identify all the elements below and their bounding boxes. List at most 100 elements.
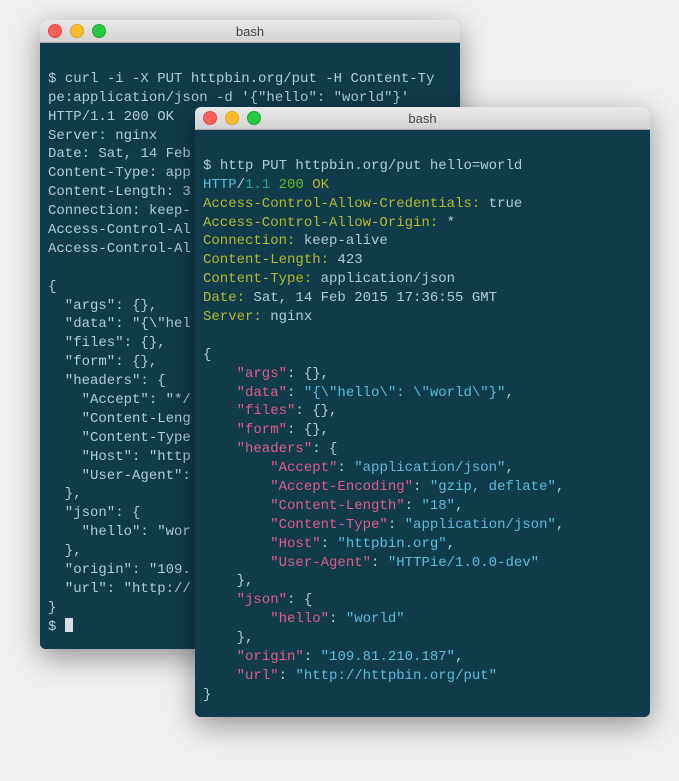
json-sep: : { (287, 592, 312, 608)
header-val: application/json (312, 271, 455, 287)
terminal-content[interactable]: $ http PUT httpbin.org/put hello=world H… (195, 130, 650, 717)
json-key: "origin" (203, 649, 304, 665)
json-line: "form": {}, (48, 354, 157, 370)
json-comma: , (455, 649, 463, 665)
json-line: "url": "http:// (48, 581, 191, 597)
json-sep: : (321, 536, 338, 552)
terminal-window-httpie: bash $ http PUT httpbin.org/put hello=wo… (195, 107, 650, 717)
json-key: "files" (203, 403, 295, 419)
json-sep: : (279, 668, 296, 684)
slash: / (237, 177, 245, 193)
header-key: Content-Length: (203, 252, 329, 268)
header-val: true (480, 196, 522, 212)
json-line: "User-Agent": (48, 468, 191, 484)
json-key: "hello" (203, 611, 329, 627)
json-line: "headers": { (48, 373, 166, 389)
json-brace: } (203, 687, 211, 703)
json-key: "Content-Length" (203, 498, 405, 514)
titlebar[interactable]: bash (195, 107, 650, 130)
json-str: "18" (421, 498, 455, 514)
json-line: "Accept": "*/ (48, 392, 191, 408)
json-line: { (48, 279, 56, 295)
header-key: Connection: (203, 233, 295, 249)
json-comma: , (455, 498, 463, 514)
json-key: "Content-Type" (203, 517, 388, 533)
header-line: Access-Control-Al (48, 241, 191, 257)
http-reason: OK (312, 177, 329, 193)
cmd-line: http PUT httpbin.org/put hello=world (220, 158, 522, 174)
json-line: }, (48, 486, 82, 502)
prompt: $ (203, 158, 220, 174)
json-line: "args": {}, (48, 298, 157, 314)
json-comma: , (505, 460, 513, 476)
header-key: Server: (203, 309, 262, 325)
json-brace: }, (203, 630, 253, 646)
header-val: nginx (262, 309, 312, 325)
header-line: Date: Sat, 14 Feb (48, 146, 191, 162)
json-key: "User-Agent" (203, 555, 371, 571)
zoom-icon[interactable] (247, 111, 261, 125)
cmd-line: pe:application/json -d '{"hello": "world… (48, 90, 409, 106)
close-icon[interactable] (203, 111, 217, 125)
json-key: "data" (203, 385, 287, 401)
json-line: "Content-Type (48, 430, 191, 446)
json-line: "hello": "wor (48, 524, 191, 540)
header-line: Server: nginx (48, 128, 157, 144)
header-val: 423 (329, 252, 363, 268)
json-str: "http://httpbin.org/put" (295, 668, 497, 684)
json-line: }, (48, 543, 82, 559)
json-line: "data": "{\"hel (48, 316, 191, 332)
json-line: "Content-Leng (48, 411, 191, 427)
json-comma: , (556, 479, 564, 495)
header-val: * (438, 215, 455, 231)
header-key: Date: (203, 290, 245, 306)
json-comma: , (447, 536, 455, 552)
cursor-icon (65, 618, 73, 632)
json-str: "world" (346, 611, 405, 627)
sp (270, 177, 278, 193)
json-sep: : (413, 479, 430, 495)
json-key: "form" (203, 422, 287, 438)
zoom-icon[interactable] (92, 24, 106, 38)
json-sep: : {}, (287, 366, 329, 382)
json-str: "application/json" (354, 460, 505, 476)
titlebar[interactable]: bash (40, 20, 460, 43)
minimize-icon[interactable] (225, 111, 239, 125)
json-sep: : (388, 517, 405, 533)
json-line: "Host": "http (48, 449, 191, 465)
header-key: Access-Control-Allow-Credentials: (203, 196, 480, 212)
json-key: "Accept" (203, 460, 337, 476)
json-line: "files": {}, (48, 335, 166, 351)
json-sep: : (304, 649, 321, 665)
header-val: keep-alive (295, 233, 387, 249)
header-line: Connection: keep- (48, 203, 191, 219)
prompt: $ (48, 71, 65, 87)
sp (304, 177, 312, 193)
http-version: 1.1 (245, 177, 270, 193)
close-icon[interactable] (48, 24, 62, 38)
header-key: Content-Type: (203, 271, 312, 287)
json-key: "Host" (203, 536, 321, 552)
http-protocol: HTTP (203, 177, 237, 193)
json-sep: : (287, 385, 304, 401)
json-key: "url" (203, 668, 279, 684)
header-key: Access-Control-Allow-Origin: (203, 215, 438, 231)
json-str: "application/json" (405, 517, 556, 533)
json-sep: : {}, (287, 422, 329, 438)
json-line: "origin": "109. (48, 562, 191, 578)
http-status: 200 (279, 177, 304, 193)
json-sep: : (329, 611, 346, 627)
traffic-lights (195, 111, 261, 125)
minimize-icon[interactable] (70, 24, 84, 38)
header-line: Content-Length: 3 (48, 184, 191, 200)
json-str: "gzip, deflate" (430, 479, 556, 495)
cmd-line: curl -i -X PUT httpbin.org/put -H Conten… (65, 71, 435, 87)
header-val: Sat, 14 Feb 2015 17:36:55 GMT (245, 290, 497, 306)
json-key: "json" (203, 592, 287, 608)
json-line: } (48, 600, 56, 616)
json-sep: : (405, 498, 422, 514)
json-key: "headers" (203, 441, 312, 457)
json-key: "args" (203, 366, 287, 382)
json-line: "json": { (48, 505, 140, 521)
json-comma: , (505, 385, 513, 401)
